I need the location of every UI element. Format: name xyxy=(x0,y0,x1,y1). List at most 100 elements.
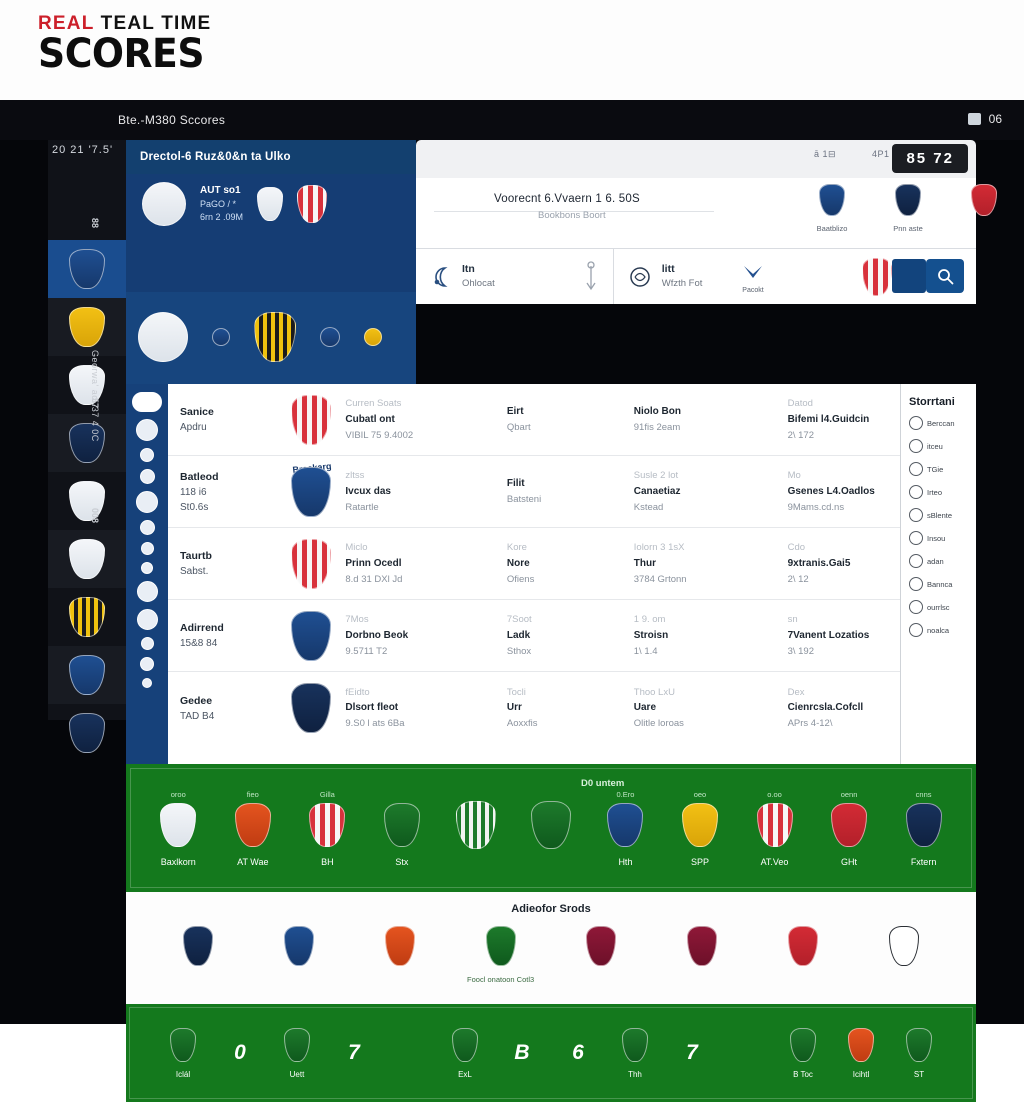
match-col-3-line-3: Ofiens xyxy=(506,573,535,585)
competition-item-caption: AT Wae xyxy=(237,856,269,867)
standings-icon-2 xyxy=(909,439,923,453)
competition-item-caption: BH xyxy=(321,856,334,867)
match-list[interactable]: Sanice Apdru Curren Soats Cubatl ont VIBIL 7… xyxy=(168,384,976,764)
sidebar-item-3[interactable] xyxy=(48,356,126,414)
list-item[interactable]: itceu xyxy=(909,439,976,453)
scoreline-team[interactable]: Icihtl xyxy=(832,1027,890,1079)
scoreline-team[interactable]: ST xyxy=(890,1027,948,1079)
standings-panel[interactable]: Storrtani Berccan itceu TGie Irteo sBlente In… xyxy=(900,384,976,764)
match-col-2: zltss Ivcux das Ratartle xyxy=(345,468,507,514)
icon-rail-2[interactable] xyxy=(140,448,154,462)
list-item[interactable]: adan xyxy=(909,554,976,568)
flag-chip[interactable] xyxy=(892,259,926,293)
partner-item[interactable]: Foocl onatoon Cotl3 xyxy=(465,926,537,984)
sidebar-item-7[interactable] xyxy=(48,588,126,646)
competition-icon-rail[interactable] xyxy=(126,384,168,764)
sidebar-item-8[interactable] xyxy=(48,646,126,704)
list-item[interactable]: noalca xyxy=(909,623,976,637)
icon-rail-9[interactable] xyxy=(136,609,158,630)
nav-logo-3[interactable] xyxy=(958,184,1010,224)
competition-item[interactable]: oenn GHt xyxy=(816,790,882,867)
icon-rail-10[interactable] xyxy=(140,637,154,650)
icon-rail-6[interactable] xyxy=(140,542,154,555)
scoreline-team[interactable]: ExL xyxy=(436,1027,494,1079)
scoreline-team[interactable]: Uett xyxy=(268,1027,326,1079)
partner-item[interactable] xyxy=(565,926,637,971)
sidebar-item-9[interactable] xyxy=(48,704,126,762)
list-item[interactable]: Irteo xyxy=(909,485,976,499)
icon-rail-12[interactable] xyxy=(142,678,152,688)
match-col-4-line-2: Canaetiaz xyxy=(633,485,681,497)
secondary-match-row[interactable] xyxy=(138,312,382,362)
logo[interactable]: REAL TEAL TIME SCORES xyxy=(38,14,211,74)
partner-item[interactable] xyxy=(364,926,436,971)
rail-crest-8 xyxy=(69,655,105,695)
scoreline-team[interactable]: Thh xyxy=(606,1027,664,1079)
nav-logo-3-crest xyxy=(971,184,997,216)
square-icon[interactable] xyxy=(967,113,981,125)
icon-rail-3[interactable] xyxy=(139,469,155,484)
partner-item[interactable] xyxy=(868,926,940,971)
partner-item[interactable] xyxy=(767,926,839,971)
competition-item[interactable]: o.oo AT.Veo xyxy=(742,790,808,867)
tab-bar: Itn Ohlocat litt Wfzth Fot Pacokt xyxy=(416,248,976,304)
competition-item[interactable]: 0.Ero Hth xyxy=(592,790,658,867)
list-item[interactable]: Insou xyxy=(909,531,976,545)
sidebar-item-2[interactable] xyxy=(48,298,126,356)
competition-item-caption: Baxlkorn xyxy=(160,856,196,867)
tab-right-logo[interactable]: Pacokt xyxy=(740,260,766,294)
featured-match-row[interactable]: AUT so1 PaGO / * 6rn 2 .09M xyxy=(142,182,328,226)
partner-caption: Foocl onatoon Cotl3 xyxy=(467,975,535,984)
sidebar-item-6[interactable] xyxy=(48,530,126,588)
competition-item[interactable]: oeo SPP xyxy=(667,790,733,867)
search-button[interactable] xyxy=(926,259,964,293)
list-item[interactable]: TGie xyxy=(909,462,976,476)
nav-logo-2[interactable]: Pnn aste xyxy=(882,184,934,233)
table-row[interactable]: Batleod 118 i6 St0.6s Braskargzltss Ivcux da… xyxy=(168,456,976,528)
competition-item[interactable]: oroo Baxlkorn xyxy=(145,790,211,867)
partner-item[interactable] xyxy=(162,926,234,971)
icon-rail-8[interactable] xyxy=(136,581,158,602)
icon-rail-5[interactable] xyxy=(139,520,155,535)
competition-crest xyxy=(756,802,793,847)
tab-second[interactable]: litt Wfzth Fot xyxy=(614,249,717,304)
table-row[interactable]: Taurtb Sabst. Miclo Prinn Ocedl 8.d 31 DXl J… xyxy=(168,528,976,600)
icon-rail-pill[interactable] xyxy=(132,392,162,412)
list-item[interactable]: sBlente xyxy=(909,508,976,522)
competitions-band: D0 untem oroo Baxlkorn fieo AT Wae Gilla BH S… xyxy=(126,764,976,892)
featured-match-title: Drectol-6 Ruz&0&n ta Ulko xyxy=(140,151,291,163)
competition-item[interactable]: fieo AT Wae xyxy=(220,790,286,867)
competition-item[interactable] xyxy=(443,788,509,869)
competition-item[interactable] xyxy=(518,788,584,869)
competition-item[interactable]: Gilla BH xyxy=(294,790,360,867)
icon-rail-7[interactable] xyxy=(141,562,153,574)
icon-rail-11[interactable] xyxy=(140,657,154,671)
match-crest-cell xyxy=(276,394,345,445)
tab-crest[interactable] xyxy=(862,257,892,296)
notification-count: 06 xyxy=(988,112,1002,126)
icon-rail-4[interactable] xyxy=(136,491,158,513)
list-item[interactable]: ourrlsc xyxy=(909,600,976,614)
match-col-3: Filit Batsteni xyxy=(507,476,634,507)
toolbar-chip-left[interactable]: ā 1⊟ xyxy=(814,149,836,160)
table-row[interactable]: Sanice Apdru Curren Soats Cubatl ont VIBIL 7… xyxy=(168,384,976,456)
icon-rail-1[interactable] xyxy=(136,419,158,441)
rail-crest-7 xyxy=(69,597,105,637)
nav-logo-1[interactable]: Baatblizo xyxy=(806,184,858,233)
competition-item[interactable]: cnns Fxtern xyxy=(891,790,957,867)
match-col-2-line-2: Dlsort fleot xyxy=(345,702,399,713)
list-item[interactable]: Bannca xyxy=(909,577,976,591)
scoreline-team[interactable]: Iclál xyxy=(154,1027,212,1079)
table-row[interactable]: Adirrend 15&8 84 7Mos Dorbno Beok 9.5711 T2 7… xyxy=(168,600,976,672)
tab-first[interactable]: Itn Ohlocat xyxy=(416,249,614,304)
partner-item[interactable] xyxy=(263,926,335,971)
list-item[interactable]: Berccan xyxy=(909,416,976,430)
competition-item[interactable]: Stx xyxy=(369,790,435,867)
partner-item[interactable] xyxy=(666,926,738,971)
scoreline-team[interactable]: B Toc xyxy=(774,1027,832,1079)
sidebar-item-4[interactable] xyxy=(48,414,126,472)
competition-crest xyxy=(681,802,718,847)
table-row[interactable]: Gedee TAD B4 fEidto Dlsort fleot 9.S0 l ats … xyxy=(168,672,976,744)
sidebar-item-1[interactable] xyxy=(48,240,126,298)
sidebar-item-5[interactable] xyxy=(48,472,126,530)
